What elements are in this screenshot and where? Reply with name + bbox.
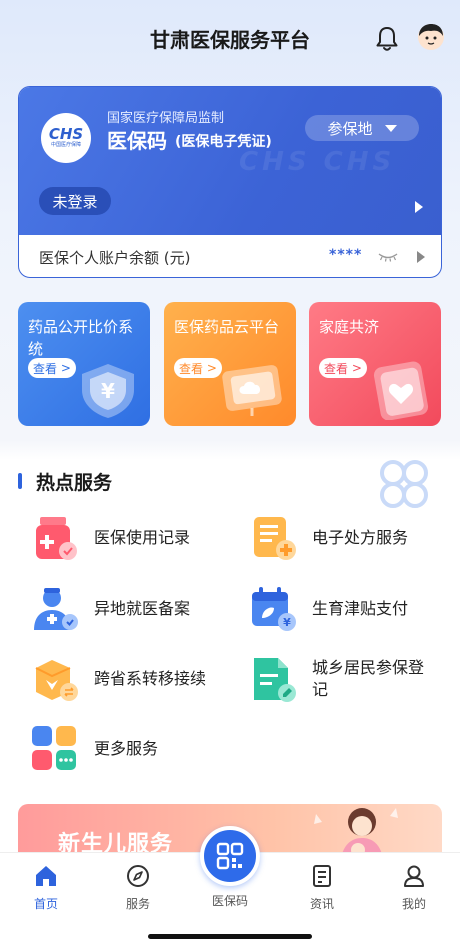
more-grid-icon [32, 726, 76, 770]
calendar-payment-icon: ¥ [252, 587, 296, 631]
chevron-down-icon [384, 124, 397, 132]
eye-closed-icon[interactable] [377, 249, 399, 263]
login-button[interactable]: 未登录 [39, 187, 111, 215]
service-label: 跨省系转移接续 [94, 669, 207, 688]
avatar[interactable] [416, 22, 446, 52]
home-icon [36, 866, 56, 886]
service-label: 更多服务 [94, 739, 159, 758]
svg-text:¥: ¥ [101, 379, 115, 403]
service-medical-records[interactable]: 医保使用记录 [30, 513, 190, 563]
feature-title: 药品公开比价系统 [28, 318, 134, 358]
medicine-bottle-icon [36, 517, 77, 560]
doctor-icon [34, 588, 78, 630]
arrow-right-icon[interactable] [415, 201, 423, 213]
service-label: 异地就医备案 [94, 599, 191, 618]
tab-home[interactable]: 首页 [16, 863, 76, 912]
arrow-right-icon[interactable] [417, 251, 425, 263]
feature-title: 医保药品云平台 [174, 318, 280, 336]
qrcode-icon [216, 842, 244, 870]
service-label: 电子处方服务 [312, 528, 409, 547]
section-title: 热点服务 [36, 472, 113, 494]
service-e-prescription[interactable]: 电子处方服务 [248, 513, 408, 563]
service-label: 城乡居民参保登记 [312, 658, 425, 699]
view-button[interactable]: 查看 > [174, 358, 222, 378]
qrcode-fab-button[interactable] [200, 826, 260, 886]
supervision-text: 国家医疗保障局监制 [107, 111, 225, 126]
service-remote-filing[interactable]: 异地就医备案 [30, 584, 190, 634]
user-icon [404, 865, 424, 887]
service-resident-enrollment[interactable]: 城乡居民参保登记 [248, 654, 432, 704]
balance-label: 医保个人账户余额 (元) [39, 249, 191, 267]
chs-logo: CHS 中国医疗保障 [41, 113, 91, 163]
service-label: 生育津贴支付 [312, 599, 409, 618]
card-header: CHS CHS CHS 中国医疗保障 国家医疗保障局监制 医保码 (医保电子凭证… [19, 87, 441, 235]
card-title: 医保码 [107, 129, 167, 153]
region-label: 参保地 [327, 119, 373, 138]
tab-qrcode-label: 医保码 [211, 894, 248, 908]
tab-news[interactable]: 资讯 [292, 863, 352, 912]
bell-icon[interactable] [372, 24, 402, 54]
view-button[interactable]: 查看 > [28, 358, 76, 378]
view-button[interactable]: 查看 > [319, 358, 367, 378]
region-select-button[interactable]: 参保地 [305, 115, 419, 141]
news-doc-icon [313, 865, 331, 887]
header: 甘肃医保服务平台 [0, 0, 460, 80]
feature-title: 家庭共济 [319, 318, 380, 336]
prescription-icon [254, 517, 296, 560]
service-label: 医保使用记录 [94, 528, 191, 547]
svg-text:¥: ¥ [283, 616, 291, 629]
clover-decoration-icon [380, 460, 428, 508]
tab-services[interactable]: 服务 [108, 863, 168, 912]
medical-insurance-card[interactable]: CHS CHS CHS 中国医疗保障 国家医疗保障局监制 医保码 (医保电子凭证… [18, 86, 442, 278]
tab-mine[interactable]: 我的 [384, 863, 444, 912]
document-edit-icon [254, 658, 296, 702]
transfer-box-icon [35, 660, 78, 701]
service-cross-province-transfer[interactable]: 跨省系转移接续 [30, 654, 206, 704]
home-indicator [148, 934, 312, 939]
heart-card-icon [373, 361, 429, 420]
section-bar [18, 473, 22, 489]
service-maternity-allowance[interactable]: ¥ 生育津贴支付 [248, 584, 408, 634]
compass-icon [127, 865, 149, 887]
card-subtitle: (医保电子凭证) [175, 134, 272, 150]
family-mutual-aid-card[interactable]: 家庭共济 查看 > [309, 302, 441, 426]
cloud-screen-icon [222, 365, 282, 416]
yuan-shield-icon: ¥ [82, 364, 134, 418]
drug-price-compare-card[interactable]: 药品公开比价系统 查看 > ¥ [18, 302, 150, 426]
balance-value: **** [329, 247, 363, 263]
service-more[interactable]: 更多服务 [30, 724, 158, 774]
drug-cloud-platform-card[interactable]: 医保药品云平台 查看 > [164, 302, 296, 426]
